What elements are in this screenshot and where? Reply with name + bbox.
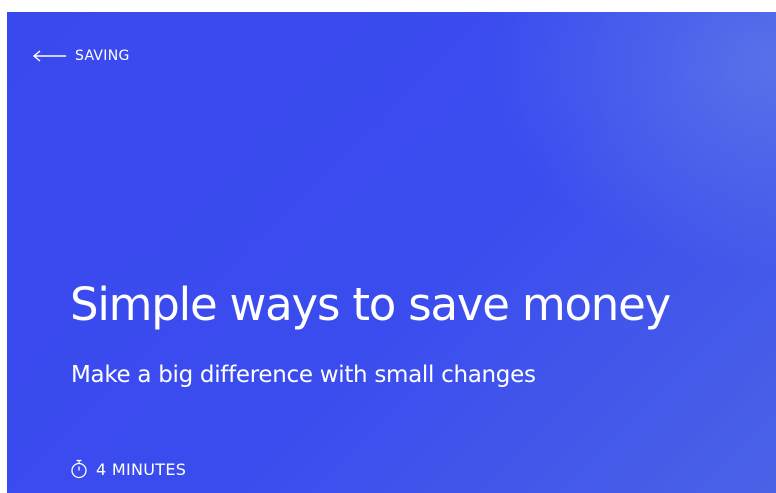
article-subtitle: Make a big difference with small changes (71, 362, 536, 388)
back-link-label: SAVING (75, 48, 130, 64)
back-to-saving-link[interactable]: SAVING (33, 48, 130, 64)
article-hero: SAVING Simple ways to save money Make a … (7, 12, 776, 493)
arrow-left-icon (33, 50, 66, 62)
read-time: 4 MINUTES (70, 459, 186, 479)
read-time-label: 4 MINUTES (96, 459, 187, 479)
article-title: Simple ways to save money (70, 278, 671, 331)
stopwatch-icon (71, 459, 87, 479)
